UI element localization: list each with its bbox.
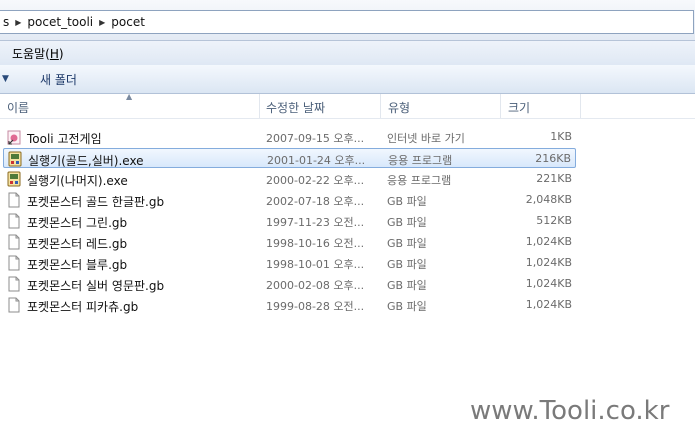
column-divider[interactable] <box>380 94 381 118</box>
breadcrumb-pocet[interactable]: pocet <box>108 15 148 29</box>
file-name: 포켓몬스터 블루.gb <box>27 258 128 272</box>
file-type: GB 파일 <box>387 195 427 208</box>
menu-help-tail: ) <box>58 46 64 61</box>
file-icon <box>7 276 21 292</box>
file-size: 1,024KB <box>525 277 572 290</box>
file-date: 2001-01-24 오후... <box>267 154 366 167</box>
column-name-header[interactable]: 이름 <box>7 99 29 116</box>
file-row[interactable]: 포켓몬스터 블루.gb 1998-10-01 오후... GB 파일 1,024KB <box>3 253 576 273</box>
file-icon <box>7 255 21 271</box>
file-date: 2007-09-15 오후... <box>266 132 365 145</box>
file-type: 인터넷 바로 가기 <box>387 132 465 145</box>
file-icon <box>7 234 21 250</box>
file-date: 1999-08-28 오전... <box>266 300 365 313</box>
file-type: 응용 프로그램 <box>387 174 452 187</box>
column-divider[interactable] <box>580 94 581 118</box>
file-size: 1,024KB <box>525 256 572 269</box>
file-size: 1,024KB <box>525 235 572 248</box>
column-divider[interactable] <box>259 94 260 118</box>
file-type: GB 파일 <box>387 300 427 313</box>
menu-bar: 도움말(H) <box>0 41 695 65</box>
breadcrumb-truncated[interactable]: s <box>0 15 12 29</box>
file-name: 포켓몬스터 레드.gb <box>27 237 128 251</box>
application-icon <box>7 171 21 187</box>
file-date: 2000-02-08 오후... <box>266 279 365 292</box>
file-row[interactable]: 포켓몬스터 피카츄.gb 1999-08-28 오전... GB 파일 1,024KB <box>3 295 576 315</box>
column-type-header[interactable]: 유형 <box>388 99 410 116</box>
internet-shortcut-icon <box>7 129 21 145</box>
file-date: 1997-11-23 오전... <box>266 216 365 229</box>
new-folder-button[interactable]: 새 폴더 <box>40 71 77 88</box>
column-date-header[interactable]: 수정한 날짜 <box>266 99 325 116</box>
file-name: 포켓몬스터 실버 영문판.gb <box>27 279 165 293</box>
file-name: 실행기(나머지).exe <box>27 174 128 188</box>
address-bar-container: s ▶ pocet_tooli ▶ pocet <box>0 0 695 41</box>
file-type: 응용 프로그램 <box>388 154 453 167</box>
column-size-header[interactable]: 크기 <box>508 99 530 116</box>
file-type: GB 파일 <box>387 216 427 229</box>
file-row[interactable]: 실행기(나머지).exe 2000-02-22 오후... 응용 프로그램 221KB <box>3 169 576 189</box>
application-icon <box>8 151 22 167</box>
file-icon <box>7 192 21 208</box>
address-bar[interactable]: s ▶ pocet_tooli ▶ pocet <box>0 10 694 34</box>
breadcrumb-pocet-tooli[interactable]: pocet_tooli <box>24 15 96 29</box>
file-size: 1,024KB <box>525 298 572 311</box>
file-name: 포켓몬스터 골드 한글판.gb <box>27 195 165 209</box>
file-date: 1998-10-01 오후... <box>266 258 365 271</box>
file-size: 221KB <box>536 172 572 185</box>
file-size: 2,048KB <box>525 193 572 206</box>
menu-help-accelerator: H <box>49 46 59 61</box>
sort-ascending-icon: ▲ <box>126 92 133 101</box>
file-size: 1KB <box>550 130 572 143</box>
file-name: 실행기(골드,실버).exe <box>28 154 144 168</box>
file-row[interactable]: 포켓몬스터 골드 한글판.gb 2002-07-18 오후... GB 파일 2,04… <box>3 190 576 210</box>
file-row[interactable]: 포켓몬스터 레드.gb 1998-10-16 오전... GB 파일 1,024KB <box>3 232 576 252</box>
breadcrumb-separator-icon[interactable]: ▶ <box>12 18 24 27</box>
file-type: GB 파일 <box>387 279 427 292</box>
file-icon <box>7 213 21 229</box>
file-row[interactable]: Tooli 고전게임 2007-09-15 오후... 인터넷 바로 가기 1KB <box>3 127 576 147</box>
file-date: 1998-10-16 오전... <box>266 237 365 250</box>
file-row[interactable]: 포켓몬스터 그린.gb 1997-11-23 오전... GB 파일 512KB <box>3 211 576 231</box>
column-header: 이름 ▲ 수정한 날짜 유형 크기 <box>0 92 695 119</box>
organize-dropdown-arrow-icon[interactable]: ▼ <box>2 74 9 84</box>
file-row-selected[interactable]: 실행기(골드,실버).exe 2001-01-24 오후... 응용 프로그램 216… <box>3 148 576 168</box>
file-size: 216KB <box>535 152 571 165</box>
breadcrumb-separator-icon[interactable]: ▶ <box>96 18 108 27</box>
file-date: 2000-02-22 오후... <box>266 174 365 187</box>
file-icon <box>7 297 21 313</box>
column-divider[interactable] <box>500 94 501 118</box>
menu-help[interactable]: 도움말(H) <box>0 45 64 62</box>
file-type: GB 파일 <box>387 237 427 250</box>
file-name: Tooli 고전게임 <box>27 132 102 146</box>
file-name: 포켓몬스터 그린.gb <box>27 216 128 230</box>
file-row[interactable]: 포켓몬스터 실버 영문판.gb 2000-02-08 오후... GB 파일 1,02… <box>3 274 576 294</box>
site-watermark: www.Tooli.co.kr <box>470 396 670 426</box>
file-type: GB 파일 <box>387 258 427 271</box>
command-bar: ▼ 새 폴더 <box>0 65 695 94</box>
file-date: 2002-07-18 오후... <box>266 195 365 208</box>
file-name: 포켓몬스터 피카츄.gb <box>27 300 139 314</box>
menu-help-label: 도움말( <box>12 46 50 61</box>
file-size: 512KB <box>536 214 572 227</box>
